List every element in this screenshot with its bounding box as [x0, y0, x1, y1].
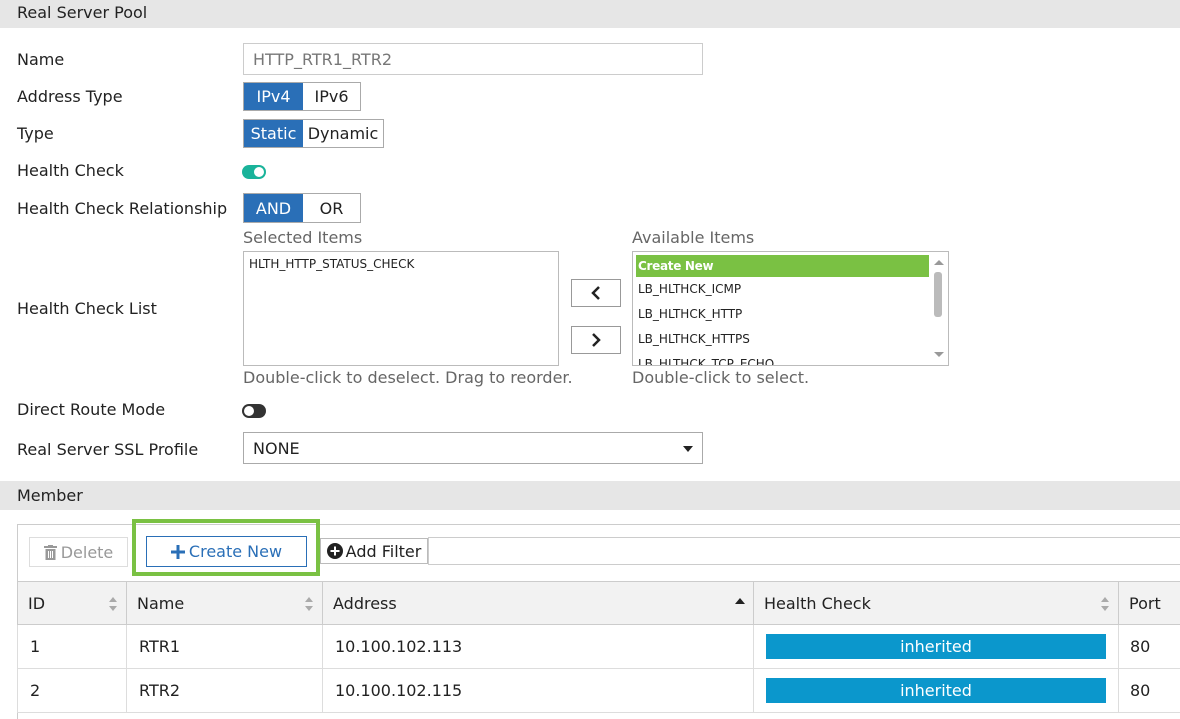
ssl-profile-label: Real Server SSL Profile	[17, 440, 199, 459]
filter-bar[interactable]	[428, 537, 1180, 565]
direct-route-mode-toggle[interactable]	[242, 404, 266, 418]
column-header-label: Port	[1129, 593, 1161, 613]
health-check-relationship-segmented: AND OR	[243, 193, 361, 223]
column-header-label: Address	[333, 593, 397, 613]
ssl-profile-value: NONE	[253, 438, 300, 458]
type-label: Type	[17, 124, 54, 143]
sort-ascending-icon	[735, 598, 745, 604]
scrollbar[interactable]	[930, 252, 948, 365]
cell-id: 2	[17, 669, 127, 713]
section-title: Real Server Pool	[17, 3, 148, 22]
available-items-list[interactable]: Create New LB_HLTHCK_ICMP LB_HLTHCK_HTTP…	[632, 251, 949, 366]
toggle-knob	[254, 167, 264, 177]
available-items-title: Available Items	[632, 228, 755, 247]
cell-text: 1	[30, 637, 41, 656]
cell-text: RTR1	[139, 637, 181, 656]
selected-items-title: Selected Items	[243, 228, 363, 247]
list-item[interactable]: LB_HLTHCK_HTTP	[636, 302, 929, 327]
add-filter-button[interactable]: Add Filter	[320, 538, 428, 564]
address-type-ipv6-option[interactable]: IPv6	[303, 83, 360, 110]
column-header-name[interactable]: Name	[127, 581, 323, 625]
cell-health-check: inherited	[754, 669, 1119, 713]
chevron-right-icon	[592, 333, 601, 347]
toggle-knob	[244, 406, 254, 416]
create-new-button[interactable]: Create New	[146, 536, 307, 567]
name-label: Name	[17, 50, 65, 69]
name-input[interactable]	[243, 43, 703, 75]
plus-icon	[170, 544, 185, 559]
cell-address: 10.100.102.113	[323, 625, 754, 669]
sort-icon	[305, 597, 313, 611]
chevron-left-icon	[591, 286, 600, 300]
selected-items-hint: Double-click to deselect. Drag to reorde…	[243, 368, 573, 387]
column-header-id[interactable]: ID	[17, 581, 127, 625]
scrollbar-thumb[interactable]	[934, 272, 942, 317]
status-badge: inherited	[766, 634, 1106, 659]
cell-port: 80	[1119, 669, 1180, 713]
section-header-member: Member	[0, 481, 1180, 510]
address-type-ipv4-option[interactable]: IPv4	[244, 83, 303, 110]
dropdown-caret-icon	[683, 446, 693, 452]
type-static-option[interactable]: Static	[244, 120, 303, 147]
cell-text: RTR2	[139, 681, 181, 700]
section-title: Member	[17, 486, 83, 505]
health-check-relationship-label: Health Check Relationship	[17, 199, 228, 218]
list-item[interactable]: HLTH_HTTP_STATUS_CHECK	[244, 252, 558, 277]
relationship-or-option[interactable]: OR	[303, 194, 360, 222]
cell-address: 10.100.102.115	[323, 669, 754, 713]
health-check-label: Health Check	[17, 161, 124, 180]
cell-text: 80	[1130, 637, 1151, 656]
cell-text: 10.100.102.115	[335, 681, 463, 700]
list-item[interactable]: LB_HLTHCK_TCP_ECHO	[636, 352, 929, 365]
health-check-list-label: Health Check List	[17, 299, 157, 318]
status-badge: inherited	[766, 678, 1106, 703]
move-right-button[interactable]	[571, 326, 621, 354]
plus-circle-icon	[326, 543, 343, 559]
trash-icon	[43, 544, 57, 560]
column-header-health-check[interactable]: Health Check	[754, 581, 1119, 625]
sort-icon	[109, 597, 117, 611]
relationship-and-option[interactable]: AND	[244, 194, 303, 222]
address-type-label: Address Type	[17, 87, 123, 106]
cell-health-check: inherited	[754, 625, 1119, 669]
column-header-address[interactable]: Address	[323, 581, 754, 625]
cell-text: 10.100.102.113	[335, 637, 463, 656]
create-new-label: Create New	[188, 542, 283, 561]
cell-text: 2	[30, 681, 41, 700]
move-left-button[interactable]	[571, 279, 621, 307]
sort-icon	[1101, 597, 1109, 611]
selected-items-list[interactable]: HLTH_HTTP_STATUS_CHECK	[243, 251, 559, 366]
cell-name: RTR2	[127, 669, 323, 713]
column-header-label: ID	[28, 593, 46, 613]
list-item-create-new[interactable]: Create New	[636, 255, 929, 277]
delete-button[interactable]: Delete	[29, 537, 128, 567]
type-dynamic-option[interactable]: Dynamic	[303, 120, 383, 147]
delete-label: Delete	[60, 542, 114, 562]
list-item[interactable]: LB_HLTHCK_ICMP	[636, 277, 929, 302]
list-item[interactable]: LB_HLTHCK_HTTPS	[636, 327, 929, 352]
scroll-up-icon	[934, 260, 944, 265]
direct-route-mode-label: Direct Route Mode	[17, 400, 166, 419]
column-header-port[interactable]: Port	[1119, 581, 1180, 625]
column-header-label: Name	[137, 593, 185, 613]
available-items-hint: Double-click to select.	[632, 368, 810, 387]
add-filter-label: Add Filter	[345, 541, 422, 561]
type-segmented: Static Dynamic	[243, 119, 384, 148]
address-type-segmented: IPv4 IPv6	[243, 82, 361, 111]
cell-name: RTR1	[127, 625, 323, 669]
column-header-label: Health Check	[764, 593, 871, 613]
section-header-real-server-pool: Real Server Pool	[0, 0, 1180, 28]
ssl-profile-select[interactable]: NONE	[243, 432, 703, 464]
cell-text: 80	[1130, 681, 1151, 700]
scroll-down-icon	[934, 352, 944, 357]
cell-id: 1	[17, 625, 127, 669]
cell-port: 80	[1119, 625, 1180, 669]
health-check-toggle[interactable]	[242, 165, 266, 179]
